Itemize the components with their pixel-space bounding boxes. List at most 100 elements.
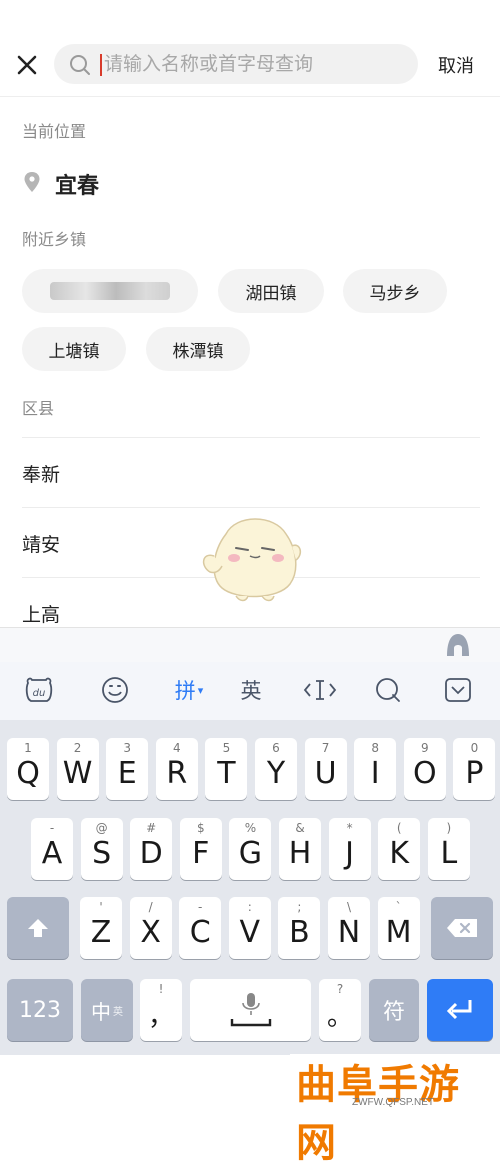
key-sub-label: 5 xyxy=(222,741,231,755)
key-z[interactable]: ' Z xyxy=(80,897,122,959)
key-label: C xyxy=(189,914,211,950)
key-t[interactable]: 5T xyxy=(205,738,248,800)
town-chip[interactable]: 株潭镇 xyxy=(146,327,250,371)
key-m[interactable]: ` M xyxy=(377,897,420,959)
key-sub-label: & xyxy=(295,821,305,835)
space-key[interactable] xyxy=(190,979,311,1041)
key-sub-label: 9 xyxy=(420,741,429,755)
key-label: S xyxy=(92,835,112,871)
key-label: Q xyxy=(16,755,40,791)
current-location-label: 当前位置 xyxy=(22,122,87,141)
language-switch-key[interactable]: 中英 xyxy=(81,979,133,1041)
key-sub-label: 8 xyxy=(371,741,379,755)
nearby-towns-label: 附近乡镇 xyxy=(22,230,87,249)
blurred-town-name xyxy=(50,282,170,300)
text-cursor xyxy=(100,54,102,76)
caret-down-icon: ▾ xyxy=(197,683,204,697)
key-label: M xyxy=(385,914,412,950)
key-e[interactable]: 3E xyxy=(106,738,149,800)
key-sub-label: : xyxy=(247,900,252,914)
key-g[interactable]: % G xyxy=(229,818,272,880)
enter-key[interactable] xyxy=(427,979,493,1041)
key-u[interactable]: 7U xyxy=(304,738,347,800)
key-label: K xyxy=(389,835,410,871)
county-row[interactable]: 奉新 xyxy=(22,437,480,508)
key-o[interactable]: 9O xyxy=(403,738,446,800)
key-sub-label: ) xyxy=(446,821,452,835)
key-sub-label: ? xyxy=(336,982,344,996)
key-sub-label: 6 xyxy=(272,741,280,755)
town-chip[interactable] xyxy=(22,269,198,313)
watermark-title: 曲阜手游网 xyxy=(296,1061,460,1166)
town-chip[interactable]: 马步乡 xyxy=(343,269,447,313)
key-j[interactable]: * J xyxy=(328,818,371,880)
comma-key[interactable]: ! ， xyxy=(140,979,182,1041)
key-label: E xyxy=(117,755,137,791)
key-sub-label: @ xyxy=(95,821,108,835)
key-h[interactable]: & H xyxy=(279,818,321,880)
mascot-sticker xyxy=(202,518,302,602)
key-sub-label: ! xyxy=(158,982,164,996)
watermark-url: ZWFW.QFSP.NET xyxy=(352,1097,435,1108)
key-sub-label: 0 xyxy=(470,741,479,755)
key-f[interactable]: $ F xyxy=(179,818,222,880)
current-city[interactable]: 宜春 xyxy=(55,168,99,200)
key-x[interactable]: / X xyxy=(129,897,172,959)
key-label: J xyxy=(345,835,355,871)
lang-main-label: 中 xyxy=(91,999,111,1024)
key-sub-label: 7 xyxy=(321,741,330,755)
key-label: 。 xyxy=(326,1001,353,1032)
cancel-button[interactable]: 取消 xyxy=(438,52,474,78)
key-v[interactable]: :V xyxy=(228,897,271,959)
shift-key[interactable] xyxy=(7,897,69,959)
key-b[interactable]: ; B xyxy=(278,897,321,959)
key-label: O xyxy=(412,755,437,791)
pinyin-label: 拼 xyxy=(174,679,196,703)
number-mode-key[interactable]: 123 xyxy=(7,979,73,1041)
key-d[interactable]: # D xyxy=(130,818,173,880)
key-a[interactable]: -A xyxy=(31,818,73,880)
key-label: L xyxy=(440,835,458,871)
key-label: Y xyxy=(266,755,286,791)
lang-sub-label: 英 xyxy=(113,1006,123,1018)
town-chip[interactable]: 上塘镇 xyxy=(22,327,126,371)
du-emoji-icon[interactable]: du xyxy=(22,672,56,708)
english-mode-toggle[interactable]: 英 xyxy=(236,672,266,708)
key-label: D xyxy=(139,835,163,871)
close-icon[interactable] xyxy=(10,48,44,82)
key-r[interactable]: 4R xyxy=(155,738,198,800)
key-n[interactable]: \ N xyxy=(328,897,370,959)
key-label: X xyxy=(140,914,161,950)
key-q[interactable]: 1Q xyxy=(7,738,49,800)
key-sub-label: - xyxy=(198,900,203,914)
key-label: G xyxy=(238,835,263,871)
ime-logo-icon[interactable] xyxy=(444,632,472,658)
key-label: Z xyxy=(90,914,112,950)
key-s[interactable]: @ S xyxy=(80,818,123,880)
key-i[interactable]: 8I xyxy=(354,738,397,800)
town-chip[interactable]: 湖田镇 xyxy=(218,269,324,313)
key-k[interactable]: (K xyxy=(378,818,421,880)
key-w[interactable]: 2W xyxy=(56,738,99,800)
key-y[interactable]: 6Y xyxy=(255,738,297,800)
search-box[interactable] xyxy=(54,44,418,84)
search-input[interactable] xyxy=(104,49,404,79)
pinyin-mode-toggle[interactable]: 拼 ▾ xyxy=(168,672,210,708)
key-label: I xyxy=(370,755,380,791)
key-c[interactable]: -C xyxy=(179,897,222,959)
cursor-move-icon[interactable] xyxy=(302,672,338,708)
key-label: V xyxy=(239,914,261,950)
key-sub-label: / xyxy=(148,900,153,914)
symbol-key[interactable]: 符 xyxy=(369,979,419,1041)
emoji-icon[interactable] xyxy=(98,672,132,708)
search-tool-icon[interactable] xyxy=(372,672,404,708)
shift-icon xyxy=(28,919,48,937)
key-label: A xyxy=(41,835,63,871)
backspace-key[interactable] xyxy=(431,897,493,959)
hide-keyboard-icon[interactable] xyxy=(442,672,474,708)
period-key[interactable]: ? 。 xyxy=(319,979,361,1041)
key-l[interactable]: ) L xyxy=(427,818,470,880)
key-p[interactable]: 0P xyxy=(453,738,496,800)
key-sub-label: ( xyxy=(396,821,402,835)
key-sub-label: ` xyxy=(395,900,402,914)
